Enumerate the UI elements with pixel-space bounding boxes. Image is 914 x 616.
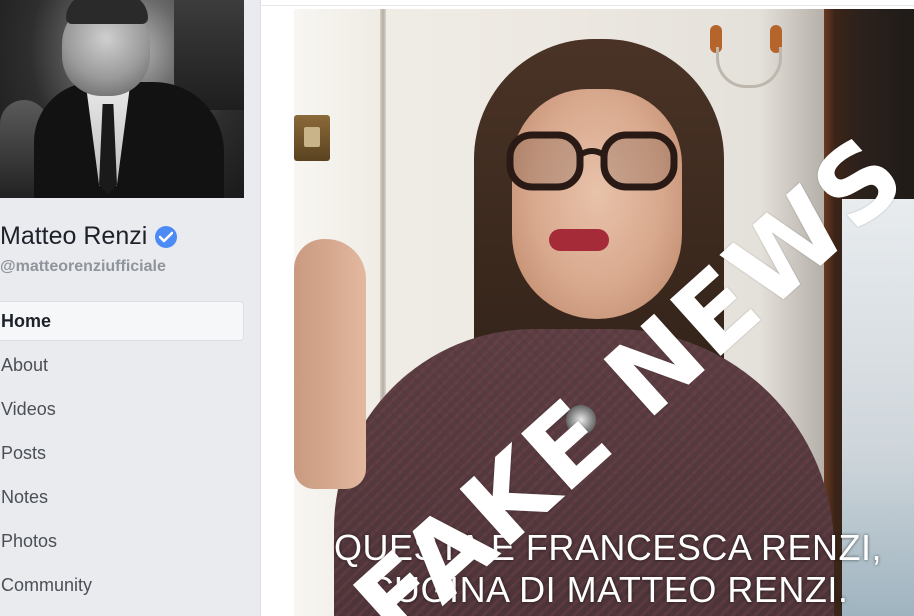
hand — [294, 239, 366, 489]
glasses — [506, 131, 678, 191]
page-name-row: Matteo Renzi — [0, 220, 178, 252]
nav-item-videos[interactable]: Videos — [0, 389, 244, 429]
light-switch — [294, 115, 330, 161]
lips — [549, 229, 609, 251]
post-card: QUESTA È FRANCESCA RENZI, CUGINA DI MATT… — [260, 0, 914, 616]
post-image[interactable]: QUESTA È FRANCESCA RENZI, CUGINA DI MATT… — [294, 9, 914, 616]
nav-item-posts[interactable]: Posts — [0, 433, 244, 473]
nav-item-photos[interactable]: Photos — [0, 521, 244, 561]
nav-item-home[interactable]: Home — [0, 301, 244, 341]
profile-photo[interactable] — [0, 0, 244, 198]
nav-item-about[interactable]: About — [0, 345, 244, 385]
verified-badge-icon — [155, 226, 178, 248]
left-sidebar: Matteo Renzi @matteorenziufficiale Home … — [0, 0, 258, 616]
page-name[interactable]: Matteo Renzi — [0, 222, 147, 251]
nav-item-notes[interactable]: Notes — [0, 477, 244, 517]
page-nav: Home About Videos Posts Notes Photos Com… — [0, 301, 244, 609]
nav-item-community[interactable]: Community — [0, 565, 244, 605]
page-username[interactable]: @matteorenziufficiale — [0, 258, 166, 276]
wall-hooks — [708, 17, 784, 88]
